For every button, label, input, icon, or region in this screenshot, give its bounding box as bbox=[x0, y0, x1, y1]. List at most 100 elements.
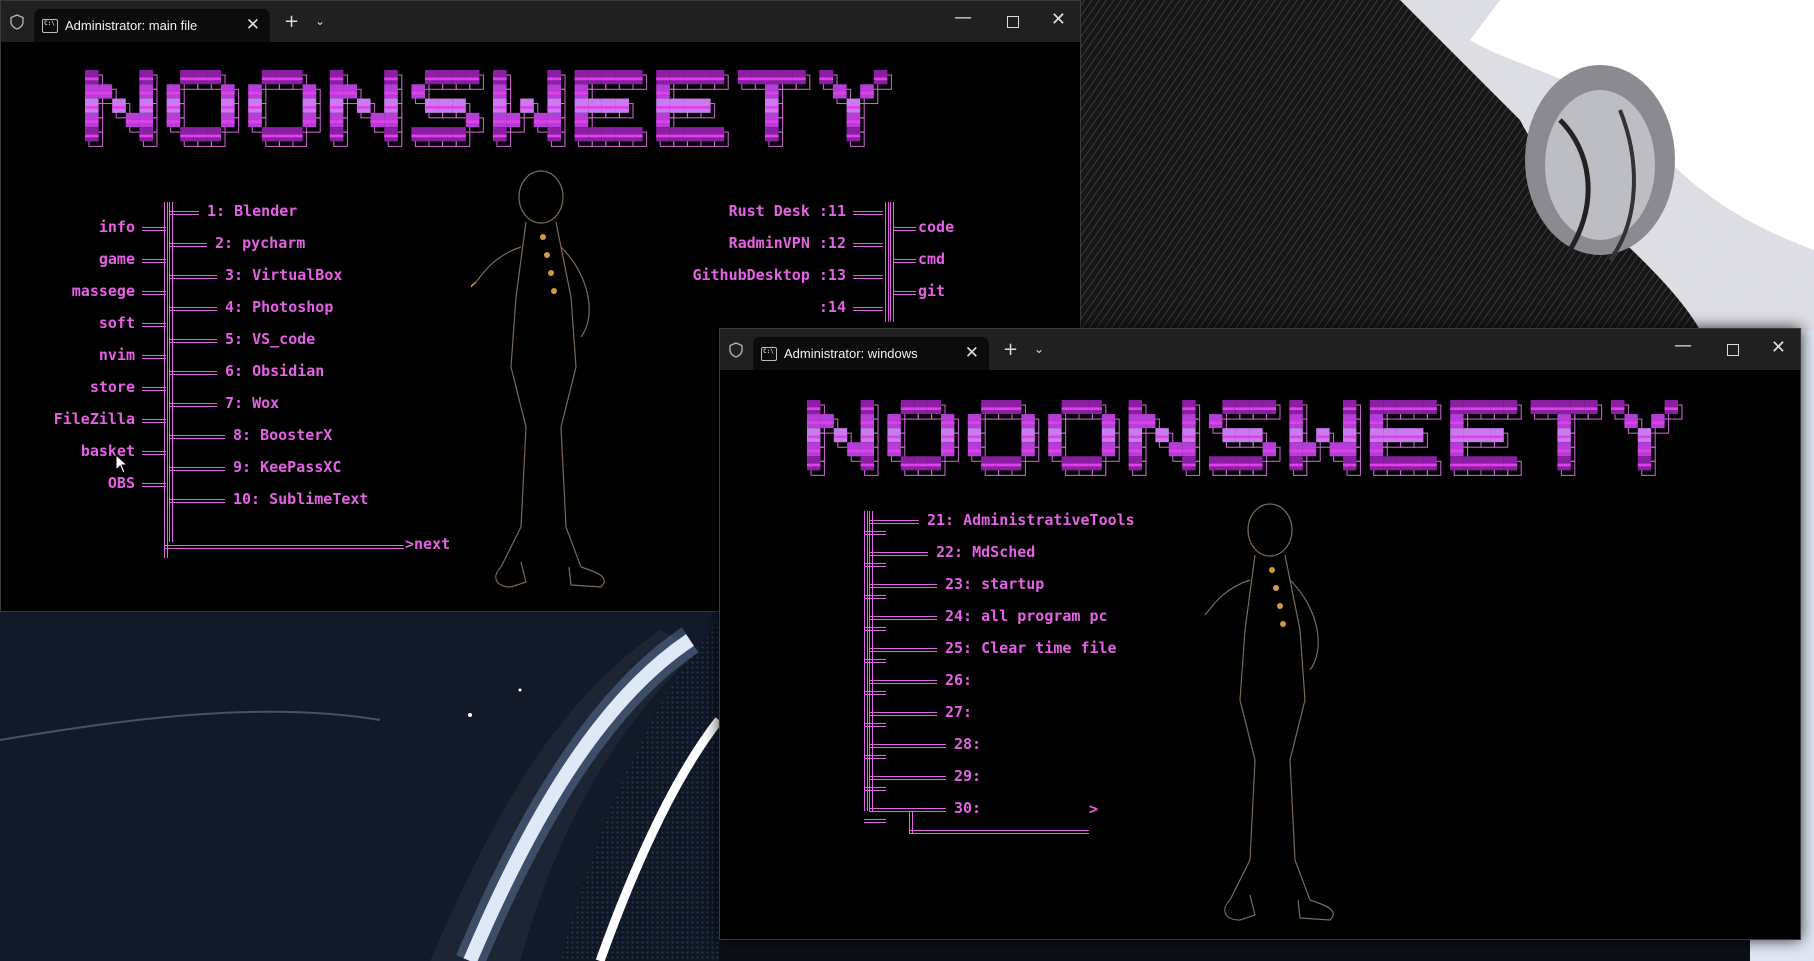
admin-tool-item[interactable]: 24: all program pc bbox=[945, 607, 1108, 625]
close-tab-icon[interactable]: ✕ bbox=[246, 15, 260, 35]
title-bar[interactable]: C:\ Administrator: main file ✕ + ⌄ — ✕ bbox=[1, 1, 1080, 42]
console-area[interactable]: 21: AdministrativeTools 22: MdSched 23: st… bbox=[720, 370, 1800, 939]
left-label-game[interactable]: game bbox=[99, 250, 135, 268]
branch-line bbox=[869, 680, 937, 684]
banner-letter-y bbox=[819, 70, 892, 147]
banner-letter-t bbox=[1530, 400, 1603, 476]
app-item[interactable]: 6: Obsidian bbox=[225, 362, 324, 380]
banner-letter-e bbox=[574, 70, 648, 147]
branch-line bbox=[869, 776, 946, 780]
tree-trunk bbox=[164, 202, 168, 558]
terminal-window-windows: C:\ Administrator: windows ✕ + ⌄ — ✕ 21:… bbox=[719, 328, 1801, 940]
minimize-button[interactable]: — bbox=[1674, 335, 1692, 356]
branch-line bbox=[142, 323, 166, 327]
character-figure bbox=[471, 170, 605, 588]
new-tab-button[interactable]: + bbox=[1003, 339, 1018, 360]
close-tab-icon[interactable]: ✕ bbox=[965, 343, 979, 363]
admin-tool-item[interactable]: 29: bbox=[954, 767, 981, 785]
admin-tool-item[interactable]: 21: AdministrativeTools bbox=[927, 511, 1135, 529]
shield-icon bbox=[10, 14, 24, 30]
branch-line bbox=[169, 243, 207, 247]
tab-title: Administrator: windows bbox=[784, 346, 918, 361]
app-item[interactable]: 8: BoosterX bbox=[233, 426, 332, 444]
banner-letter-w bbox=[493, 70, 566, 147]
next-label[interactable]: >next bbox=[405, 535, 450, 553]
branch-line bbox=[169, 499, 225, 503]
right-app-item[interactable]: GithubDesktop :13 bbox=[692, 266, 846, 284]
app-item[interactable]: 10: SublimeText bbox=[233, 490, 368, 508]
close-window-button[interactable]: ✕ bbox=[1771, 337, 1786, 358]
branch-line bbox=[869, 552, 928, 556]
branch-line bbox=[169, 403, 217, 407]
branch-line bbox=[142, 259, 166, 263]
banner-letter-n bbox=[807, 400, 879, 476]
branch-line bbox=[869, 712, 937, 716]
app-item[interactable]: 3: VirtualBox bbox=[225, 266, 342, 284]
tree-trunk bbox=[869, 511, 873, 811]
minimize-button[interactable]: — bbox=[954, 7, 972, 28]
banner-letter-n bbox=[85, 70, 158, 147]
tab-windows[interactable]: C:\ Administrator: windows ✕ bbox=[753, 337, 989, 370]
banner-letter-t bbox=[737, 70, 811, 147]
branch-line bbox=[142, 355, 166, 359]
banner-letter-n bbox=[1128, 400, 1201, 476]
branch-line bbox=[169, 435, 225, 439]
close-window-button[interactable]: ✕ bbox=[1051, 9, 1066, 30]
left-label-store[interactable]: store bbox=[90, 378, 135, 396]
app-item[interactable]: 7: Wox bbox=[225, 394, 279, 412]
branch-line bbox=[142, 291, 166, 295]
new-tab-button[interactable]: + bbox=[284, 11, 299, 32]
app-item[interactable]: 9: KeePassXC bbox=[233, 458, 341, 476]
app-item[interactable]: 5: VS_code bbox=[225, 330, 315, 348]
tab-main-file[interactable]: C:\ Administrator: main file ✕ bbox=[34, 9, 270, 42]
banner-letter-o bbox=[967, 400, 1040, 476]
branch-line bbox=[169, 275, 217, 279]
branch-line bbox=[142, 483, 166, 487]
right-label-cmd[interactable]: cmd bbox=[918, 250, 945, 268]
left-label-info[interactable]: info bbox=[99, 218, 135, 236]
banner-letter-w bbox=[1289, 400, 1361, 476]
branch-line bbox=[894, 259, 916, 263]
branch-line bbox=[894, 227, 916, 231]
banner-letter-n bbox=[329, 70, 403, 147]
right-app-item[interactable]: :14 bbox=[819, 298, 846, 316]
branch-line bbox=[853, 243, 883, 247]
branch-line bbox=[169, 307, 217, 311]
admin-tool-item[interactable]: 23: startup bbox=[945, 575, 1044, 593]
left-label-filezilla[interactable]: FileZilla bbox=[54, 410, 135, 428]
right-app-item[interactable]: RadminVPN :12 bbox=[729, 234, 846, 252]
title-bar[interactable]: C:\ Administrator: windows ✕ + ⌄ — ✕ bbox=[720, 329, 1800, 370]
banner-letter-o bbox=[1048, 400, 1120, 476]
right-label-git[interactable]: git bbox=[918, 282, 945, 300]
admin-tool-item[interactable]: 28: bbox=[954, 735, 981, 753]
left-label-soft[interactable]: soft bbox=[99, 314, 135, 332]
right-label-code[interactable]: code bbox=[918, 218, 954, 236]
admin-tool-item[interactable]: 22: MdSched bbox=[936, 543, 1035, 561]
next-line bbox=[164, 545, 404, 549]
banner-letter-e bbox=[656, 70, 729, 147]
left-label-massege[interactable]: massege bbox=[72, 282, 135, 300]
branch-line bbox=[142, 451, 166, 455]
admin-tool-item[interactable]: 27: bbox=[945, 703, 972, 721]
chevron-down-icon[interactable]: ⌄ bbox=[1034, 342, 1044, 356]
chevron-down-icon[interactable]: ⌄ bbox=[315, 14, 325, 28]
banner-letter-o bbox=[887, 400, 959, 476]
admin-tool-item[interactable]: 25: Clear time file bbox=[945, 639, 1117, 657]
maximize-button[interactable] bbox=[1727, 344, 1739, 356]
app-item[interactable]: 1: Blender bbox=[207, 202, 297, 220]
admin-tool-item[interactable]: 26: bbox=[945, 671, 972, 689]
left-label-obs[interactable]: OBS bbox=[108, 474, 135, 492]
left-label-nvim[interactable]: nvim bbox=[99, 346, 135, 364]
banner-letter-e bbox=[1369, 400, 1442, 476]
app-item[interactable]: 4: Photoshop bbox=[225, 298, 333, 316]
app-item[interactable]: 2: pycharm bbox=[215, 234, 305, 252]
tree-trunk bbox=[169, 202, 173, 542]
maximize-button[interactable] bbox=[1007, 16, 1019, 28]
tab-title: Administrator: main file bbox=[65, 18, 198, 33]
branch-line bbox=[853, 211, 883, 215]
terminal-icon: C:\ bbox=[761, 347, 777, 361]
branch-line bbox=[853, 307, 883, 311]
right-app-item[interactable]: Rust Desk :11 bbox=[729, 202, 846, 220]
admin-tool-item[interactable]: 30: bbox=[954, 799, 981, 817]
character-figure bbox=[1204, 503, 1334, 921]
